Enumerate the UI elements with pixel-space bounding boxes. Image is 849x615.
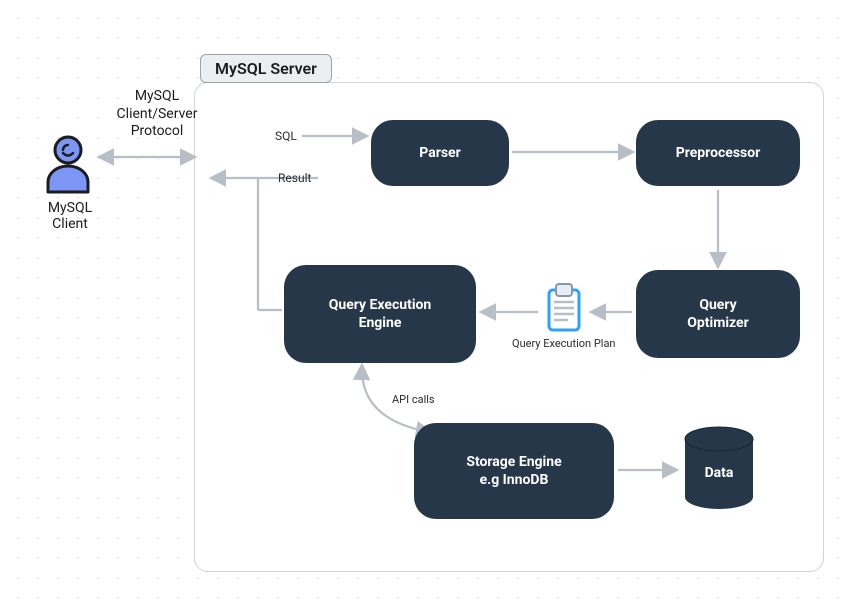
edge-label-api: API calls — [392, 393, 435, 406]
node-storage-engine: Storage Engine e.g InnoDB — [414, 423, 614, 519]
node-preprocessor: Preprocessor — [636, 120, 800, 186]
node-parser: Parser — [371, 120, 509, 186]
node-query-optimizer-label2: Optimizer — [687, 314, 749, 332]
edge-label-qep: Query Execution Plan — [512, 337, 616, 350]
data-label: Data — [680, 465, 758, 481]
protocol-label: MySQL Client/Server Protocol — [112, 88, 202, 141]
node-qee-label1: Query Execution — [329, 296, 432, 314]
user-icon — [40, 132, 96, 196]
client-label: MySQL Client — [30, 200, 110, 232]
server-label: MySQL Server — [200, 54, 332, 83]
diagram-canvas: MySQL Server MySQL Client MySQL Client/S… — [0, 0, 849, 615]
node-storage-label2: e.g InnoDB — [480, 471, 549, 489]
node-storage-label1: Storage Engine — [466, 453, 561, 471]
edge-label-result: Result — [278, 171, 311, 185]
node-qee-label2: Engine — [359, 314, 402, 332]
node-query-optimizer-label1: Query — [699, 296, 736, 314]
node-preprocessor-label: Preprocessor — [676, 144, 761, 162]
node-query-execution-engine: Query Execution Engine — [284, 265, 476, 363]
node-query-optimizer: Query Optimizer — [636, 270, 800, 358]
node-parser-label: Parser — [419, 144, 460, 162]
clipboard-icon — [542, 282, 586, 334]
edge-label-sql: SQL — [275, 129, 297, 143]
